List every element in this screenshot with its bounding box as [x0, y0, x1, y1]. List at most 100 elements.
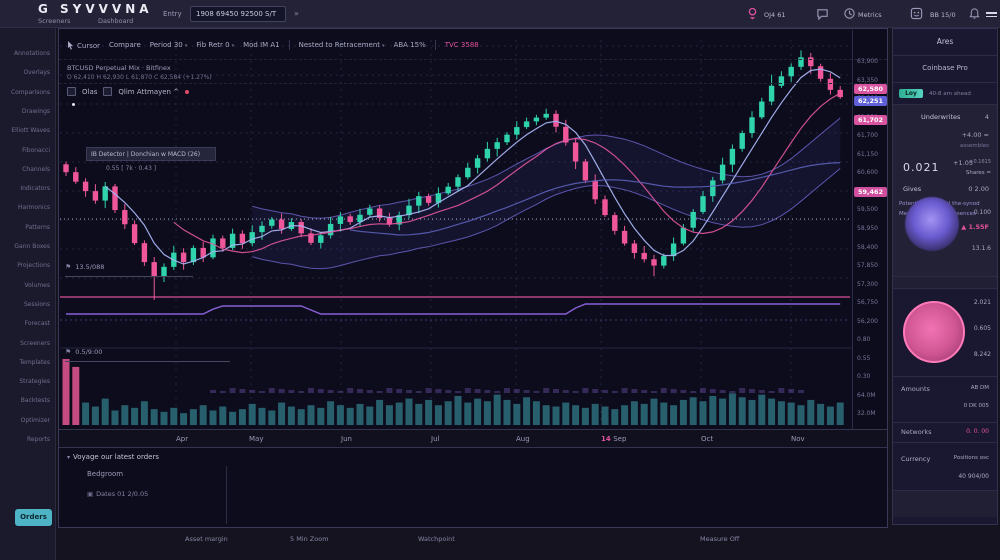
legend-label[interactable]: Qlim Attmayen ^: [118, 88, 179, 96]
toolbar-mod-im-a1[interactable]: Mod IM A1: [243, 41, 280, 49]
price-axis-label: 63,350: [857, 77, 878, 84]
metrics-label[interactable]: Metrics: [858, 11, 882, 19]
delta-value: ▲ 1.55F: [961, 223, 989, 231]
time-axis-label-aug[interactable]: Aug: [516, 435, 530, 443]
row-currency-value-2: 40 904/00: [958, 473, 989, 480]
time-axis-label-oct[interactable]: Oct: [701, 435, 713, 443]
sidebar-item-fibonacci[interactable]: Fibonacci: [22, 147, 50, 154]
indicator-tooltip-values: 0.55 [ 7k · 0.43 ]: [106, 165, 156, 172]
chevron-down-icon: ▾: [67, 454, 70, 461]
section-header: Underwrites: [921, 113, 960, 121]
price-axis[interactable]: 63,90063,35062,80062,25061,70061,15060,6…: [852, 30, 888, 429]
pane2-label[interactable]: ⚑0.5/9:00: [65, 348, 102, 356]
chart-toolbar: Cursor Compare Period 30▾ Fib Retr 0▾ Mod IM…: [67, 37, 479, 53]
user-pin-icon[interactable]: [746, 7, 759, 20]
toolbar-tvc-3588[interactable]: TVC 3588: [445, 41, 479, 49]
status-item-measure-off[interactable]: Measure Off: [700, 535, 739, 543]
time-axis-label-jun[interactable]: Jun: [341, 435, 352, 443]
toolbar-nested-to-retracement[interactable]: Nested to Retracement▾: [299, 41, 385, 49]
toolbar-divider: [59, 59, 887, 60]
chat-icon[interactable]: [816, 7, 829, 20]
current-date-highlight: 14: [601, 435, 613, 443]
ohlc-info-line: O 62,410 H 62,930 L 61,870 C 62,584 (+1.…: [67, 74, 212, 81]
sidebar-item-gann-boxes[interactable]: Gann Boxes: [14, 243, 50, 250]
sidebar-item-annotations[interactable]: Annotations: [14, 50, 50, 57]
app-logo: G SYVVVNA: [38, 2, 153, 16]
sidebar-item-channels[interactable]: Channels: [22, 166, 50, 173]
exchange-name[interactable]: Coinbase Pro: [893, 56, 997, 72]
row-currency-label: Currency: [901, 455, 930, 463]
time-axis-label-jul[interactable]: Jul: [431, 435, 439, 443]
price-axis-label: 0.80: [857, 336, 870, 343]
bell-icon[interactable]: [968, 7, 981, 20]
gives-value: 0 2.00: [968, 185, 989, 193]
orders-section-header[interactable]: ▾Voyage our latest orders: [67, 453, 159, 461]
pink-gauge[interactable]: [903, 301, 965, 363]
chevron-down-icon: ▾: [382, 43, 385, 49]
toolbar-cursor[interactable]: Cursor: [67, 41, 100, 50]
time-axis-label-sep[interactable]: 14 Sep: [601, 435, 626, 443]
indicator-icon[interactable]: [67, 87, 76, 96]
symbol-search-input[interactable]: 1908 69450 92500 S/T: [190, 6, 286, 22]
badge-note: 40-8 am ahead: [929, 91, 971, 97]
nav-screeners[interactable]: Screeners: [38, 17, 70, 25]
sidebar-item-backtests[interactable]: Backtests: [21, 397, 50, 404]
indicator-icon[interactable]: [103, 87, 112, 96]
marker-dot: [72, 103, 75, 106]
time-axis-label-apr[interactable]: Apr: [176, 435, 188, 443]
section-value-1: +4.00 =: [962, 131, 989, 139]
purple-gauge[interactable]: [905, 197, 959, 251]
pane1-label[interactable]: ⚑13.5/088: [65, 263, 104, 271]
sidebar-item-indicators[interactable]: Indicators: [20, 185, 50, 192]
time-axis[interactable]: Apr May Jun Jul Aug 14 Sep Oct Nov: [59, 429, 887, 448]
gives-label: Gives: [903, 185, 921, 193]
pane1-underline: [65, 276, 193, 277]
sidebar-item-patterns[interactable]: Patterns: [25, 224, 50, 231]
sidebar-item-templates[interactable]: Templates: [19, 359, 50, 366]
sidebar-item-volumes[interactable]: Volumes: [25, 282, 50, 289]
nav-dashboard[interactable]: Dashboard: [98, 17, 133, 25]
status-badge: Loy: [899, 89, 923, 98]
sidebar-item-reports[interactable]: Reports: [27, 436, 50, 443]
sidebar-item-drawings[interactable]: Drawings: [22, 108, 50, 115]
status-item-asset-margin[interactable]: Asset margin: [185, 535, 228, 543]
orders-button[interactable]: Orders: [15, 509, 52, 526]
sidebar-item-elliott-waves[interactable]: Elliott Waves: [11, 127, 50, 134]
status-item-5-min-zoom[interactable]: 5 Min Zoom: [290, 535, 329, 543]
sidebar-item-projections[interactable]: Projections: [17, 262, 50, 269]
symbol-expand-chevrons[interactable]: »: [294, 9, 300, 18]
toolbar-compare[interactable]: Compare: [109, 41, 141, 49]
toolbar-period-30[interactable]: Period 30▾: [150, 41, 187, 49]
sidebar-item-forecast[interactable]: Forecast: [25, 320, 50, 327]
menu-icon[interactable]: [986, 10, 997, 19]
apps-icon[interactable]: [910, 7, 923, 20]
price-tag: 62,251: [854, 96, 887, 106]
price-tag: 62,580: [854, 84, 887, 94]
row-currency-value-1: Positions osc: [954, 455, 989, 461]
price-axis-label: 64.0M: [857, 392, 876, 399]
sidebar-item-optimizer[interactable]: Optimizer: [21, 417, 50, 424]
toolbar-fib-retr-0[interactable]: Fib Retr 0▾: [196, 41, 234, 49]
status-item-watchpoint[interactable]: Watchpoint: [418, 535, 455, 543]
indicator-tooltip: IB Detector | Donchian w MACD (26): [86, 147, 216, 161]
sidebar-item-overlays[interactable]: Overlays: [24, 69, 50, 76]
price-axis-label: 0.30: [857, 373, 870, 380]
history-clock-icon[interactable]: [843, 7, 856, 20]
user-id: OJ4 61: [764, 11, 786, 19]
toolbar-aba-15-[interactable]: ABA 15%: [394, 41, 426, 49]
sidebar-item-harmonics[interactable]: Harmonics: [18, 204, 50, 211]
sidebar-item-comparisons[interactable]: Comparisons: [11, 89, 50, 96]
toolbar-separator: [435, 40, 436, 50]
sidebar-item-sessions[interactable]: Sessions: [24, 301, 50, 308]
orders-tab[interactable]: Bedgroom: [87, 470, 123, 478]
sidebar-item-strategies[interactable]: Strategies: [19, 378, 50, 385]
legend-label[interactable]: Olas: [82, 88, 97, 96]
section-value-2: assembles: [960, 143, 989, 149]
time-axis-label-nov[interactable]: Nov: [791, 435, 805, 443]
time-axis-label-may[interactable]: May: [249, 435, 263, 443]
cursor-icon: [67, 41, 74, 50]
sidebar-item-screeners[interactable]: Screeners: [20, 340, 50, 347]
orders-row[interactable]: ▣Dates 01 2/0.05: [87, 490, 148, 498]
flag-icon: ⚑: [65, 348, 71, 356]
trading-app: G SYVVVNA Screeners Dashboard Entry 1908…: [0, 0, 1000, 560]
